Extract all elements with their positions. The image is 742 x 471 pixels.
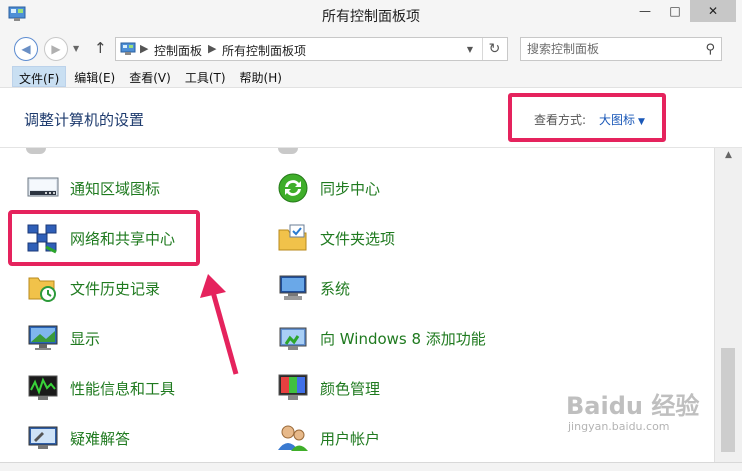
close-button[interactable]: ✕	[690, 0, 736, 22]
address-toolbar: ◀ ▶ ▼ ↑ ▶ 控制面板 ▶ 所有控制面板项 ▼ ↻ ⚲	[0, 30, 742, 66]
item-label[interactable]: 疑难解答	[70, 428, 130, 449]
partial-item-icon	[278, 148, 298, 154]
view-mode-highlight: 查看方式: 大图标 ▼	[508, 93, 666, 142]
display-icon	[28, 325, 58, 350]
annotation-arrow-icon	[200, 274, 239, 375]
item-label[interactable]: 同步中心	[320, 178, 380, 199]
watermark-logo: Baidu 经验	[566, 392, 700, 420]
dropdown-arrow-icon[interactable]: ▼	[638, 117, 645, 127]
add-features-icon	[279, 327, 307, 350]
refresh-button[interactable]: ↻	[482, 38, 506, 60]
item-label[interactable]: 向 Windows 8 添加功能	[320, 328, 486, 349]
address-dropdown-icon[interactable]: ▼	[467, 45, 473, 54]
view-mode-label: 查看方式:	[534, 113, 587, 127]
item-notification-area-icons[interactable]: 通知区域图标	[26, 168, 160, 208]
menu-file[interactable]: 文件(F)	[12, 66, 67, 87]
arrow-left-icon: ◀	[21, 42, 31, 56]
item-performance-info-tools[interactable]: 性能信息和工具	[26, 368, 175, 408]
performance-icon	[28, 375, 58, 400]
search-box[interactable]: ⚲	[520, 37, 722, 61]
item-display[interactable]: 显示	[26, 318, 100, 358]
item-folder-options[interactable]: 文件夹选项	[276, 218, 395, 258]
menu-help[interactable]: 帮助(H)	[234, 66, 288, 87]
item-label[interactable]: 性能信息和工具	[70, 378, 175, 399]
search-icon[interactable]: ⚲	[705, 42, 715, 57]
menu-tools[interactable]: 工具(T)	[179, 66, 232, 87]
status-bar	[0, 462, 742, 471]
item-label[interactable]: 文件历史记录	[70, 278, 160, 299]
watermark-url: jingyan.baidu.com	[568, 420, 670, 433]
view-mode-dropdown[interactable]: 大图标 ▼	[599, 111, 645, 128]
item-label[interactable]: 显示	[70, 328, 100, 349]
item-label[interactable]: 系统	[320, 278, 350, 299]
troubleshooting-icon	[28, 426, 58, 449]
item-color-management[interactable]: 颜色管理	[276, 368, 380, 408]
baidu-watermark: Baidu 经验 jingyan.baidu.com	[566, 386, 734, 442]
maximize-button[interactable]: □	[660, 0, 690, 22]
item-add-features-windows-8[interactable]: 向 Windows 8 添加功能	[276, 318, 486, 358]
item-label[interactable]: 通知区域图标	[70, 178, 160, 199]
page-title: 调整计算机的设置	[24, 111, 145, 129]
breadcrumb-control-panel[interactable]: 控制面板	[154, 42, 202, 59]
item-sync-center[interactable]: 同步中心	[276, 168, 380, 208]
user-accounts-icon	[278, 425, 308, 451]
item-file-history[interactable]: 文件历史记录	[26, 268, 160, 308]
item-label[interactable]: 颜色管理	[320, 378, 380, 399]
partial-item-icon	[26, 148, 46, 154]
item-user-accounts[interactable]: 用户帐户	[276, 418, 380, 458]
notification-area-icon	[27, 177, 59, 197]
refresh-icon: ↻	[488, 41, 501, 57]
breadcrumb-separator-icon[interactable]: ▶	[140, 42, 148, 55]
control-panel-icon	[120, 42, 136, 55]
item-label[interactable]: 文件夹选项	[320, 228, 395, 249]
forward-button[interactable]: ▶	[44, 37, 68, 61]
view-mode-value[interactable]: 大图标	[599, 113, 635, 127]
recent-locations-dropdown[interactable]: ▼	[73, 44, 79, 53]
file-history-icon	[28, 277, 56, 302]
menu-view[interactable]: 查看(V)	[123, 66, 177, 87]
folder-options-icon	[278, 224, 307, 251]
network-item-highlight	[8, 210, 200, 266]
item-label[interactable]: 用户帐户	[320, 428, 380, 449]
color-management-icon	[278, 374, 308, 400]
menu-bar: 文件(F) 编辑(E) 查看(V) 工具(T) 帮助(H)	[0, 66, 742, 88]
scroll-up-icon[interactable]: ▲	[715, 148, 742, 164]
up-button[interactable]: ↑	[94, 39, 107, 57]
title-bar: 所有控制面板项 — □ ✕	[0, 0, 742, 30]
arrow-right-icon: ▶	[51, 42, 61, 56]
arrow-up-icon: ↑	[94, 39, 107, 57]
page-header: 调整计算机的设置 查看方式: 大图标 ▼	[0, 88, 742, 148]
item-troubleshooting[interactable]: 疑难解答	[26, 418, 130, 458]
back-button[interactable]: ◀	[14, 37, 38, 61]
minimize-button[interactable]: —	[630, 0, 660, 22]
breadcrumb-separator-icon[interactable]: ▶	[208, 42, 216, 55]
menu-edit[interactable]: 编辑(E)	[68, 66, 121, 87]
sync-icon	[278, 173, 308, 203]
address-field[interactable]: ▶ 控制面板 ▶ 所有控制面板项 ▼	[115, 37, 508, 61]
search-input[interactable]	[527, 41, 697, 57]
breadcrumb-all-items[interactable]: 所有控制面板项	[222, 42, 306, 59]
system-icon	[279, 275, 307, 300]
item-system[interactable]: 系统	[276, 268, 350, 308]
